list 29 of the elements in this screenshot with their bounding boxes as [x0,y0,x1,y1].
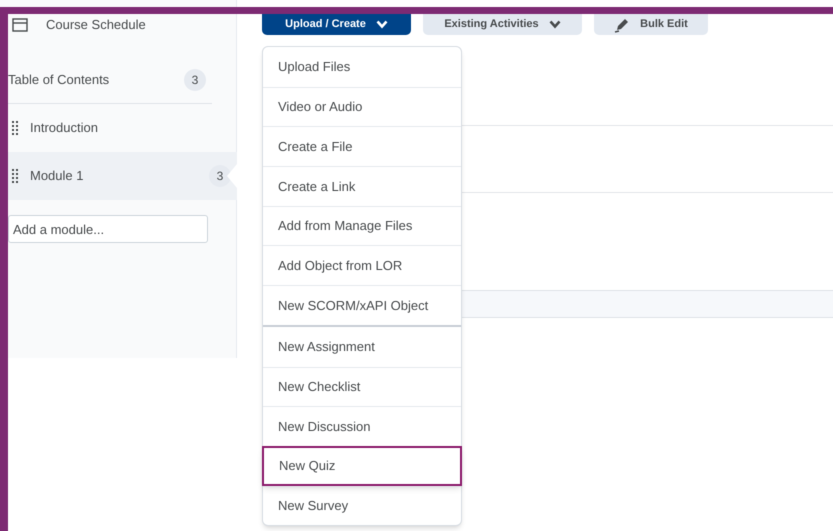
menu-item[interactable]: New Survey [263,486,461,526]
selection-notch-icon [227,164,237,188]
menu-item[interactable]: New SCORM/xAPI Object [263,285,461,325]
calendar-icon [12,18,28,32]
menu-item[interactable]: Upload Files [263,47,461,87]
count-badge: 3 [209,165,231,187]
menu-item[interactable]: Create a File [263,126,461,166]
chevron-down-icon [548,20,561,29]
module-item[interactable]: Introduction [8,104,212,152]
menu-item[interactable]: Add Object from LOR [263,245,461,286]
chevron-down-icon [376,20,388,29]
menu-item[interactable]: New Quiz [262,446,462,486]
menu-item[interactable]: New Assignment [263,326,461,366]
menu-item[interactable]: Create a Link [263,166,461,206]
menu-item[interactable]: Video or Audio [263,86,461,126]
drag-handle-icon[interactable] [12,121,18,135]
pencil-icon [614,16,630,32]
add-module-field[interactable]: Add a module... [8,215,208,243]
count-badge: 3 [184,68,206,90]
menu-item[interactable]: Add from Manage Files [263,206,461,246]
menu-item[interactable]: New Checklist [263,366,461,406]
menu-item[interactable]: New Discussion [263,406,461,446]
sidebar-heading[interactable]: Table of Contents 3 [8,56,212,104]
sidebar-link[interactable]: Course Schedule [46,15,146,35]
bulk-edit-button[interactable]: Bulk Edit [594,14,708,35]
module-item[interactable]: Module 1 3 [8,152,237,200]
dropdown-button[interactable]: Upload / Create [262,14,411,35]
dropdown-button[interactable]: Existing Activities [423,14,582,35]
drag-handle-icon[interactable] [12,169,18,183]
